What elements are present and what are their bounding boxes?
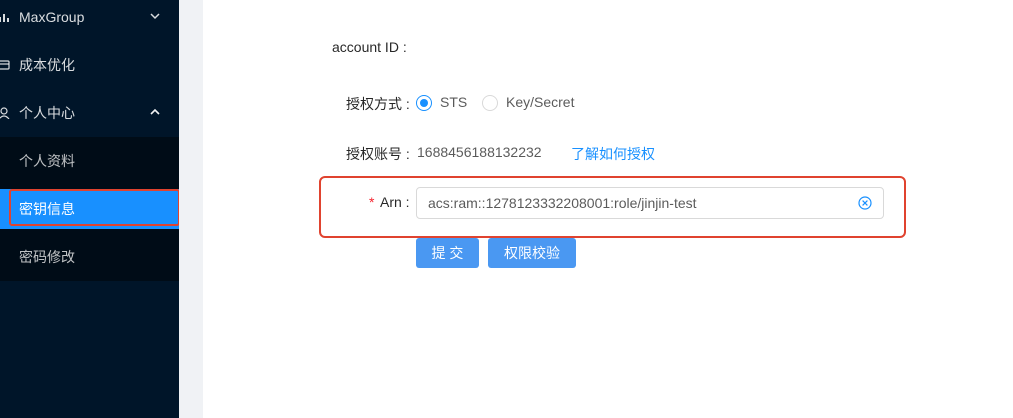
sidebar-item-personal-center[interactable]: 个人中心 (0, 89, 179, 137)
chevron-up-icon (150, 107, 160, 120)
auth-account-value: 1688456188132232 (417, 144, 542, 160)
user-icon (0, 107, 10, 119)
auth-help-link[interactable]: 了解如何授权 (571, 144, 655, 164)
bar-chart-icon (0, 11, 10, 23)
verify-permission-button[interactable]: 权限校验 (488, 238, 576, 268)
key-secret-radio-label[interactable]: Key/Secret (506, 94, 574, 110)
account-id-label: account ID : (332, 39, 407, 55)
sidebar-item-cost-optimization[interactable]: 成本优化 (0, 41, 179, 89)
sidebar-item-change-password[interactable]: 密码修改 (0, 237, 179, 277)
sidebar-item-label: 密码修改 (19, 249, 75, 265)
highlight-box-arn (319, 176, 906, 238)
sidebar-item-label: 个人资料 (19, 153, 75, 169)
sidebar-item-profile[interactable]: 个人资料 (0, 141, 179, 181)
sidebar: MaxGroup 成本优化 个人中心 个人资料 密钥信息 密码修改 (0, 0, 180, 418)
sts-radio-label[interactable]: STS (440, 94, 467, 110)
sts-radio[interactable] (416, 95, 432, 111)
wallet-icon (0, 59, 10, 71)
sidebar-item-label: 成本优化 (19, 57, 75, 73)
auth-account-label: 授权账号 : (346, 146, 410, 162)
sidebar-item-label: MaxGroup (19, 9, 85, 25)
layout-gutter (179, 0, 203, 418)
chevron-down-icon (150, 11, 160, 24)
sidebar-item-label: 个人中心 (19, 105, 75, 121)
key-secret-radio[interactable] (482, 95, 498, 111)
sidebar-item-maxgroup[interactable]: MaxGroup (0, 0, 179, 41)
highlight-box-sidebar (9, 189, 180, 226)
auth-method-label: 授权方式 : (346, 96, 410, 112)
submit-button[interactable]: 提 交 (416, 238, 479, 268)
